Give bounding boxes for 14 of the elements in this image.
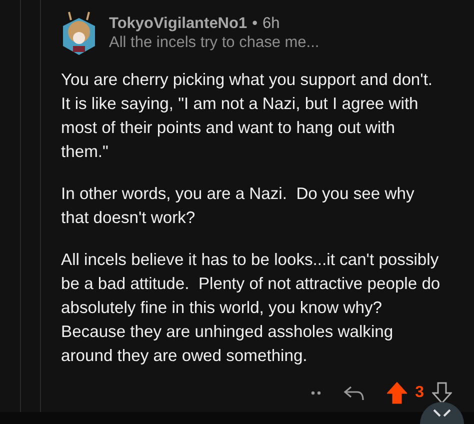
- avatar-icon[interactable]: [61, 10, 97, 56]
- chevron-icon: [432, 408, 452, 418]
- reply-button[interactable]: [343, 384, 366, 402]
- username[interactable]: TokyoVigilanteNo1: [109, 14, 248, 32]
- comment-paragraph: In other words, you are a Nazi. Do you see why that doesn't work?: [61, 183, 416, 229]
- upvote-button[interactable]: [387, 382, 408, 404]
- comment-age: 6h: [262, 14, 280, 32]
- comment-paragraph: You are cherry picking what you support and don't. It is like saying, "I am not a Nazi, but I agree with most of their points and want to hang out with them.": [61, 69, 434, 163]
- downvote-button[interactable]: [432, 382, 452, 404]
- comment-paragraph: All incels believe it has to be looks...it can't possibly be a bad attitude. Plenty of not attractive people do absolutely fine in this world, you know why? Because they are unhinged assholes walking around they are owed something.: [61, 249, 442, 367]
- separator: •: [252, 14, 258, 32]
- user-flair: All the incels try to chase me...: [109, 34, 320, 52]
- more-button[interactable]: [311, 391, 322, 395]
- vote-score: 3: [415, 384, 424, 402]
